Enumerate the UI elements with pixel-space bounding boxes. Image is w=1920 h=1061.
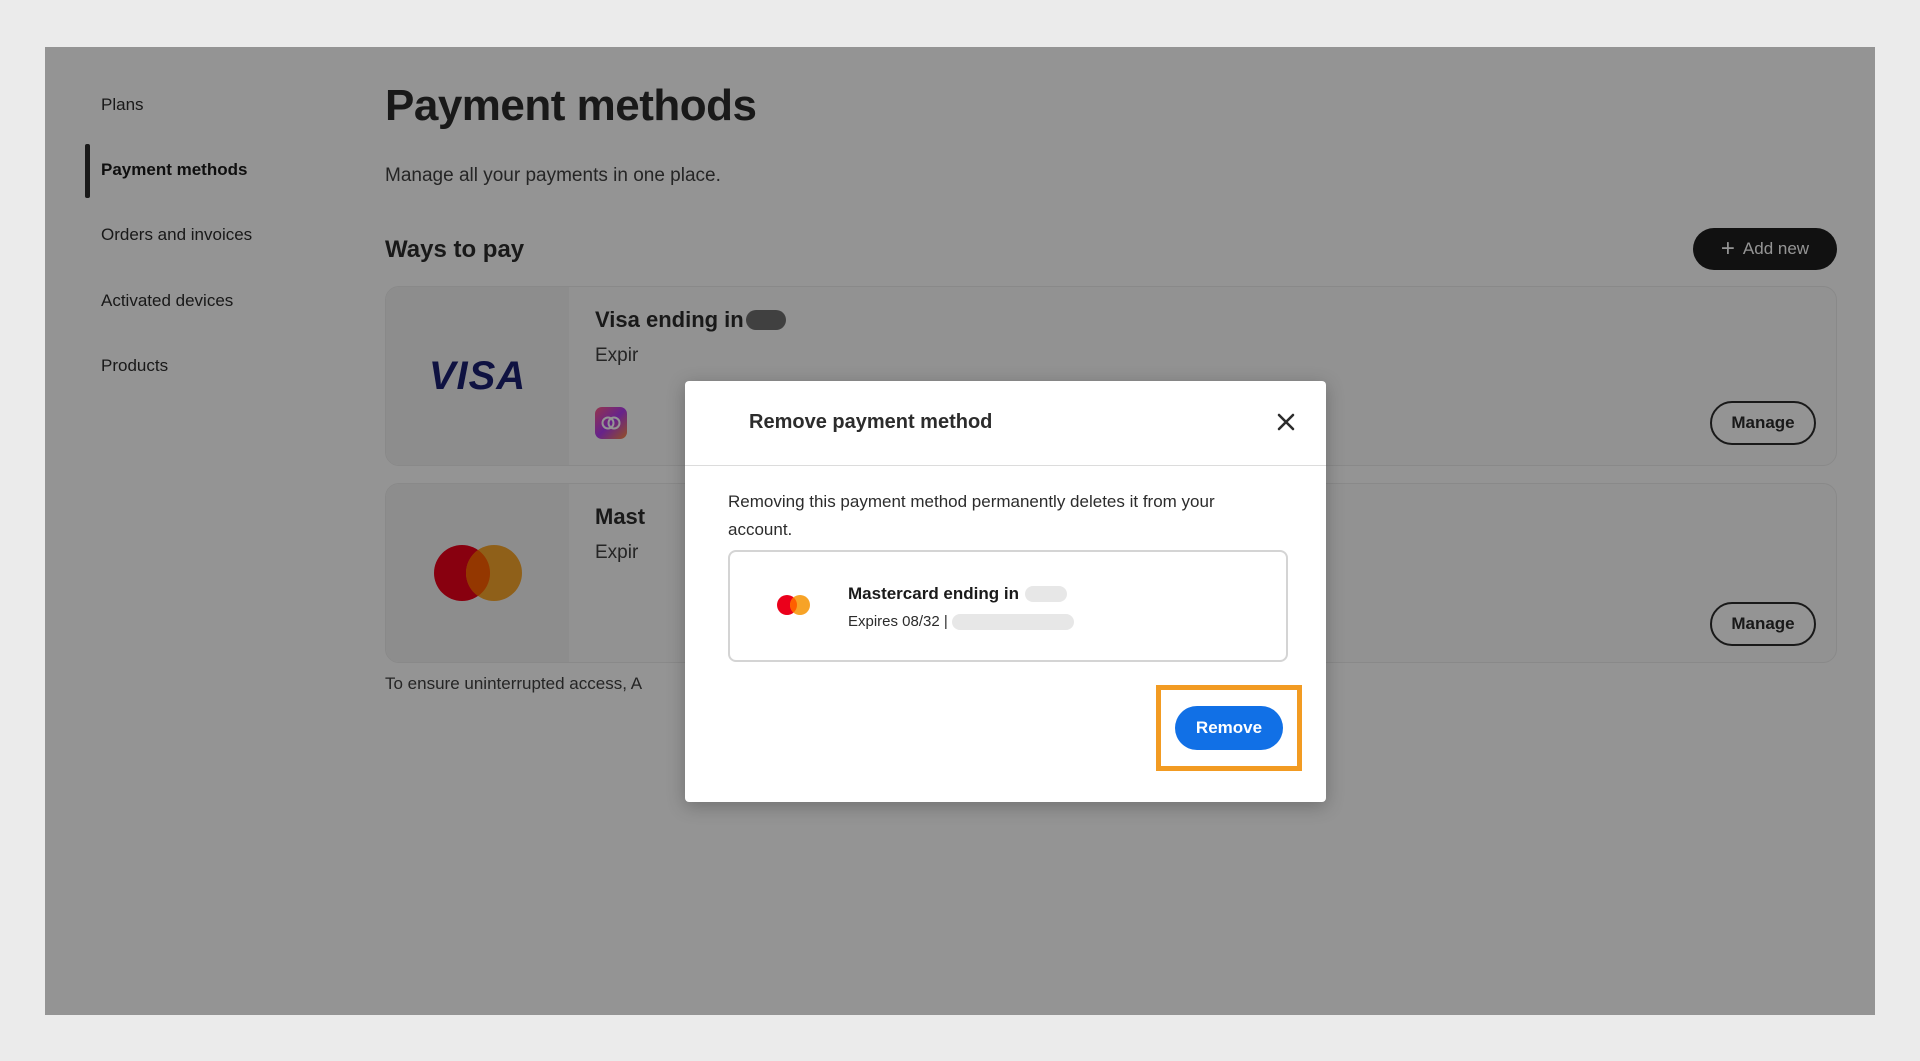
dialog-card-expiry-text: Expires 08/32 |	[848, 613, 948, 630]
dialog-body-text: Removing this payment method permanently…	[728, 492, 1215, 539]
masked-billing-info	[951, 613, 1074, 630]
dialog-card-expiry: Expires 08/32 |	[848, 613, 1074, 630]
dialog-divider	[685, 465, 1326, 466]
dialog-card-title-text: Mastercard ending in	[848, 584, 1019, 603]
dialog-card-summary: Mastercard ending in Expires 08/32 |	[728, 550, 1288, 662]
remove-payment-dialog: Remove payment method Removing this paym…	[685, 381, 1326, 802]
dialog-title: Remove payment method	[749, 411, 993, 433]
remove-button[interactable]: Remove	[1175, 706, 1283, 750]
masked-card-number	[1024, 586, 1067, 602]
dialog-card-title: Mastercard ending in	[848, 584, 1067, 604]
close-icon[interactable]	[1271, 407, 1301, 437]
app-frame: Plans Payment methods Orders and invoice…	[45, 47, 1875, 1015]
mastercard-icon	[777, 595, 810, 615]
